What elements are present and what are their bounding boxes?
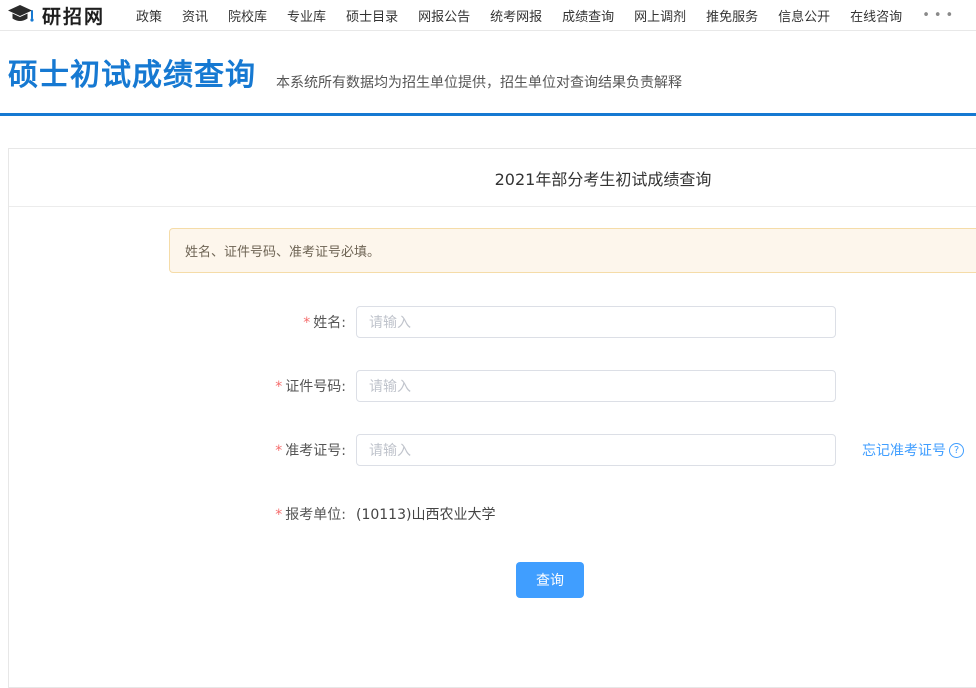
query-form: *姓名: *证件号码: *准考证号: 忘记准考证号? *报考单位: (10113… (9, 306, 976, 598)
top-navigation: 研招网 政策 资讯 院校库 专业库 硕士目录 网报公告 统考网报 成绩查询 网上… (0, 0, 976, 31)
nav-item-online-consult[interactable]: 在线咨询 (850, 6, 902, 25)
nav-item-major-library[interactable]: 专业库 (287, 6, 326, 25)
nav-item-info-disclosure[interactable]: 信息公开 (778, 6, 830, 25)
graduation-cap-icon (8, 5, 34, 22)
form-row-ticket-number: *准考证号: 忘记准考证号? (169, 434, 976, 466)
page-title: 硕士初试成绩查询 (8, 58, 256, 93)
nav-item-policy[interactable]: 政策 (136, 6, 162, 25)
nav-item-registration-announcement[interactable]: 网报公告 (418, 6, 470, 25)
required-fields-notice: 姓名、证件号码、准考证号必填。 (169, 228, 976, 273)
card-title: 2021年部分考生初试成绩查询 (494, 169, 712, 189)
ticket-number-label-text: 准考证号: (285, 443, 346, 459)
form-row-submit: 查询 (169, 562, 976, 598)
form-row-id-number: * 证件号码: (169, 370, 976, 402)
help-icon[interactable]: ? (949, 442, 964, 458)
target-unit-label-text: 报考单位: (285, 507, 346, 523)
id-number-label-text: 证件号码: (285, 379, 346, 395)
form-row-target-unit: * 报考单位: (10113)山西农业大学 (169, 498, 976, 530)
nav-item-news[interactable]: 资讯 (182, 6, 208, 25)
required-mark: * (303, 315, 311, 331)
required-mark: * (275, 443, 283, 459)
score-query-card: 2021年部分考生初试成绩查询 姓名、证件号码、准考证号必填。 *姓名: *证件… (8, 148, 976, 688)
nav-item-online-adjustment[interactable]: 网上调剂 (634, 6, 686, 25)
forgot-ticket-link-text: 忘记准考证号 (862, 443, 946, 459)
form-row-name: * 姓名: (169, 306, 976, 338)
nav-item-unified-exam-registration[interactable]: 统考网报 (490, 6, 542, 25)
nav-more-button[interactable]: ••• (922, 8, 957, 23)
ticket-number-input[interactable] (356, 434, 836, 466)
logo[interactable]: 研招网 (8, 2, 126, 29)
forgot-ticket-link[interactable]: 忘记准考证号? (862, 440, 964, 460)
nav-item-college-library[interactable]: 院校库 (228, 6, 267, 25)
card-title-row: 2021年部分考生初试成绩查询 (9, 149, 976, 207)
header-divider (0, 113, 976, 116)
ticket-number-field-label: * 准考证号: (169, 440, 356, 460)
name-input[interactable] (356, 306, 836, 338)
page-header: 硕士初试成绩查询 本系统所有数据均为招生单位提供，招生单位对查询结果负责解释 (0, 31, 976, 113)
required-mark: * (275, 379, 283, 395)
nav-item-master-catalog[interactable]: 硕士目录 (346, 6, 398, 25)
nav-item-exemption-service[interactable]: 推免服务 (706, 6, 758, 25)
id-number-input[interactable] (356, 370, 836, 402)
logo-text: 研招网 (42, 5, 106, 28)
target-unit-value: (10113)山西农业大学 (356, 507, 496, 523)
name-label-text: 姓名: (313, 315, 346, 331)
target-unit-field-label: * 报考单位: (169, 504, 356, 524)
page-subtitle: 本系统所有数据均为招生单位提供，招生单位对查询结果负责解释 (276, 75, 682, 91)
name-field-label: * 姓名: (169, 312, 356, 332)
required-mark: * (275, 507, 283, 523)
nav-links: 政策 资讯 院校库 专业库 硕士目录 网报公告 统考网报 成绩查询 网上调剂 推… (136, 6, 957, 25)
query-button[interactable]: 查询 (516, 562, 584, 598)
id-number-field-label: * 证件号码: (169, 376, 356, 396)
nav-item-score-query[interactable]: 成绩查询 (562, 6, 614, 25)
